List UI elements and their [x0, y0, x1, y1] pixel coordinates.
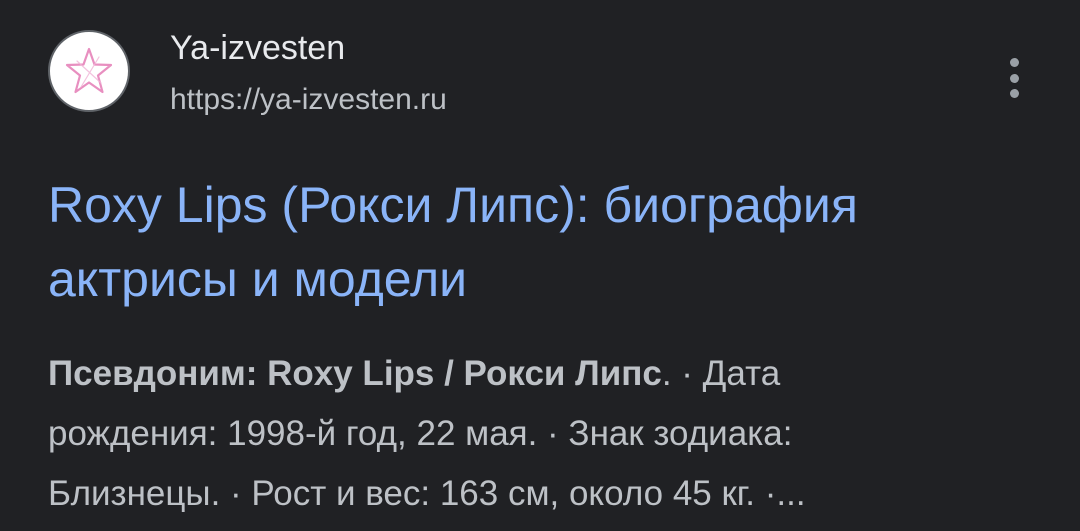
result-title-link[interactable]: Roxy Lips (Рокси Липс): биография актрис… [48, 168, 1048, 316]
site-name[interactable]: Ya-izvesten [170, 28, 345, 68]
more-vert-icon-dot [1009, 58, 1019, 67]
snippet-line-3: Близнецы. · Рост и вес: 163 см, около 45… [48, 474, 806, 513]
more-options-button[interactable] [994, 52, 1034, 104]
snippet-bold-text: Псевдоним: Roxy Lips / Рокси Липс [48, 354, 662, 393]
result-snippet: Псевдоним: Roxy Lips / Рокси Липс. · Дат… [48, 344, 1048, 524]
more-vert-icon-dot [1009, 89, 1019, 98]
snippet-line-1: Псевдоним: Roxy Lips / Рокси Липс. · Дат… [48, 344, 1048, 404]
star-outline-icon [65, 47, 113, 94]
search-result-card: Ya-izvesten https://ya-izvesten.ru Roxy … [0, 0, 1080, 531]
site-url[interactable]: https://ya-izvesten.ru [170, 82, 447, 118]
site-favicon[interactable] [48, 30, 130, 112]
more-vert-icon-dot [1009, 73, 1019, 83]
snippet-line-2: рождения: 1998-й год, 22 мая. · Знак зод… [48, 414, 793, 453]
snippet-text: . · Дата [661, 354, 781, 393]
